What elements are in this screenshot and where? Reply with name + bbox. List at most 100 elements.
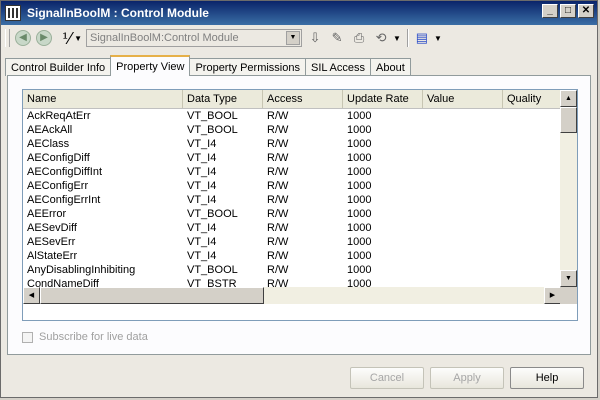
close-button[interactable]: ✕ — [578, 4, 594, 18]
table-cell: R/W — [267, 236, 289, 248]
vertical-scroll-thumb[interactable] — [560, 107, 577, 133]
print-icon[interactable]: ⎙ — [350, 29, 368, 47]
subscribe-checkbox-row[interactable]: Subscribe for live data — [22, 331, 148, 343]
table-cell: VT_BOOL — [187, 124, 238, 136]
table-row[interactable]: AckReqAtErr VT_BOOL R/W 1000 — [23, 109, 561, 123]
table-cell: 1000 — [347, 110, 372, 122]
table-cell: AEConfigDiffInt — [27, 166, 103, 178]
address-value: SignalInBoolM:Control Module — [90, 32, 239, 44]
download-icon[interactable]: ⇩ — [306, 29, 324, 47]
table-cell: 1000 — [347, 222, 372, 234]
table-cell: R/W — [267, 166, 289, 178]
table-cell: 1000 — [347, 250, 372, 262]
table-cell: VT_BOOL — [187, 264, 238, 276]
table-cell: AEError — [27, 208, 67, 220]
table-cell — [503, 249, 561, 263]
table-cell — [503, 123, 561, 137]
table-cell: 1000 — [347, 264, 372, 276]
title-bar[interactable]: SignalInBoolM : Control Module _ □ ✕ — [1, 1, 597, 25]
table-row[interactable]: AEError VT_BOOL R/W 1000 — [23, 207, 561, 221]
column-header-access[interactable]: Access — [263, 90, 343, 108]
table-row[interactable]: AESevDiff VT_I4 R/W 1000 — [23, 221, 561, 235]
table-cell: 1000 — [347, 166, 372, 178]
table-row[interactable]: AEClass VT_I4 R/W 1000 — [23, 137, 561, 151]
table-cell: AESevErr — [27, 236, 76, 248]
help-button[interactable]: Help — [510, 367, 584, 389]
table-cell — [423, 235, 503, 249]
table-cell: VT_I4 — [187, 138, 217, 150]
toolbar-grip-icon[interactable] — [5, 29, 10, 47]
column-header-update-rate[interactable]: Update Rate — [343, 90, 423, 108]
table-row[interactable]: AESevErr VT_I4 R/W 1000 — [23, 235, 561, 249]
chevron-down-icon[interactable]: ▼ — [74, 34, 82, 43]
tab-property-permissions[interactable]: Property Permissions — [189, 58, 306, 76]
vertical-scrollbar[interactable]: ▲ ▼ — [560, 90, 577, 287]
table-row[interactable]: AEConfigErr VT_I4 R/W 1000 — [23, 179, 561, 193]
address-dropdown-icon[interactable]: ▼ — [286, 31, 301, 45]
control-module-window: SignalInBoolM : Control Module _ □ ✕ ◀ ▶… — [0, 0, 598, 398]
table-cell: VT_I4 — [187, 152, 217, 164]
tree-view-icon[interactable]: ▤ — [413, 29, 431, 47]
horizontal-scrollbar[interactable]: ◀ ▶ — [23, 287, 561, 304]
tab-about[interactable]: About — [370, 58, 411, 76]
window-controls: _ □ ✕ — [542, 4, 594, 18]
address-combobox[interactable]: SignalInBoolM:Control Module ▼ — [86, 29, 303, 47]
table-row[interactable]: AnyDisablingInhibiting VT_BOOL R/W 1000 — [23, 263, 561, 277]
column-header-name[interactable]: Name — [23, 90, 183, 108]
table-cell — [423, 165, 503, 179]
table-row[interactable]: AEConfigDiffInt VT_I4 R/W 1000 — [23, 165, 561, 179]
refresh-dropdown-icon[interactable]: ▼ — [393, 34, 401, 43]
scroll-left-icon[interactable]: ◀ — [23, 287, 40, 304]
scroll-down-icon[interactable]: ▼ — [560, 270, 577, 287]
table-cell — [423, 193, 503, 207]
table-cell: VT_I4 — [187, 250, 217, 262]
table-cell — [503, 221, 561, 235]
table-cell — [423, 179, 503, 193]
horizontal-scroll-thumb[interactable] — [40, 287, 264, 304]
refresh-icon[interactable]: ⟲ — [372, 29, 390, 47]
pin-icon[interactable]: ✎ — [328, 29, 346, 47]
table-cell: VT_I4 — [187, 222, 217, 234]
column-header-data-type[interactable]: Data Type — [183, 90, 263, 108]
scroll-right-icon[interactable]: ▶ — [544, 287, 561, 304]
table-row[interactable]: AEConfigDiff VT_I4 R/W 1000 — [23, 151, 561, 165]
toolbar-separator — [406, 29, 409, 47]
apply-button[interactable]: Apply — [430, 367, 504, 389]
table-cell: 1000 — [347, 124, 372, 136]
table-cell: R/W — [267, 152, 289, 164]
app-icon — [5, 5, 21, 21]
table-cell: AEClass — [27, 138, 70, 150]
scroll-up-icon[interactable]: ▲ — [560, 90, 577, 107]
tab-strip: Control Builder Info Property View Prope… — [5, 55, 411, 76]
tab-property-view[interactable]: Property View — [110, 55, 191, 76]
fraction-icon[interactable]: ⅟ — [62, 29, 71, 48]
column-header-value[interactable]: Value — [423, 90, 503, 108]
table-cell — [423, 249, 503, 263]
cancel-button[interactable]: Cancel — [350, 367, 424, 389]
table-cell: R/W — [267, 208, 289, 220]
table-row[interactable]: AEAckAll VT_BOOL R/W 1000 — [23, 123, 561, 137]
tab-sil-access[interactable]: SIL Access — [305, 58, 372, 76]
table-cell: 1000 — [347, 208, 372, 220]
table-cell — [503, 193, 561, 207]
maximize-button[interactable]: □ — [560, 4, 576, 18]
back-arrow-icon[interactable]: ◀ — [15, 30, 31, 46]
table-cell: AEConfigDiff — [27, 152, 90, 164]
subscribe-checkbox[interactable] — [22, 331, 33, 343]
dialog-button-bar: Cancel Apply Help — [1, 361, 597, 399]
table-cell — [503, 207, 561, 221]
property-list[interactable]: Name Data Type Access Update Rate Value … — [22, 89, 578, 321]
table-cell: 1000 — [347, 180, 372, 192]
forward-arrow-icon[interactable]: ▶ — [36, 30, 52, 46]
table-cell: VT_I4 — [187, 236, 217, 248]
table-row[interactable]: AEConfigErrInt VT_I4 R/W 1000 — [23, 193, 561, 207]
table-cell: AEAckAll — [27, 124, 73, 136]
view-dropdown-icon[interactable]: ▼ — [434, 34, 442, 43]
table-cell — [503, 235, 561, 249]
table-cell: R/W — [267, 138, 289, 150]
table-cell — [503, 179, 561, 193]
table-row[interactable]: AlStateErr VT_I4 R/W 1000 — [23, 249, 561, 263]
column-header-quality[interactable]: Quality — [503, 90, 561, 108]
tab-control-builder-info[interactable]: Control Builder Info — [5, 58, 112, 76]
minimize-button[interactable]: _ — [542, 4, 558, 18]
